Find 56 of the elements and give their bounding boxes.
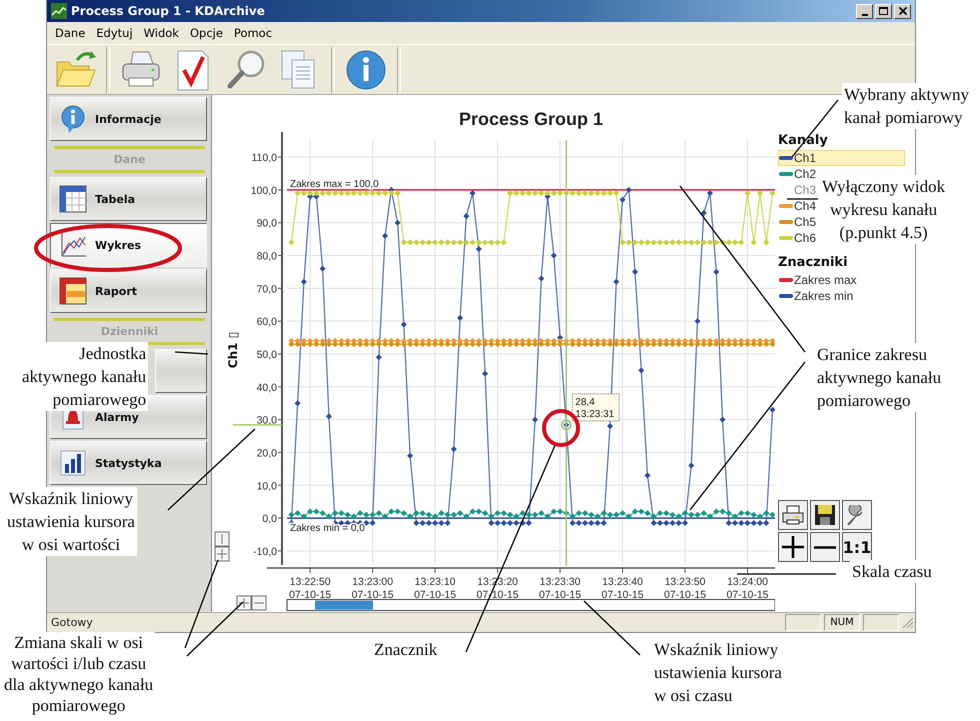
axis-tick-label: -10,0 — [253, 546, 277, 558]
axis-tick-label: 80,0 — [256, 250, 277, 263]
callout-text: Wskaźnik liniowy ustawienia kursora w osi wartości — [5, 487, 137, 556]
axis-tick-label: 13:24:00 07-10-15 — [726, 576, 769, 601]
axis-tick-label: 0,0 — [262, 513, 277, 526]
axis-tick-label: 50,0 — [256, 348, 277, 361]
callout-text: Jednostka aktywnego kanału pomiarowego — [20, 342, 148, 411]
callout-text: Wyłączony widok wykresu kanału (p.punkt 4.5) — [820, 175, 948, 244]
axis-tick-label: 13:22:50 07-10-15 — [289, 576, 332, 601]
axis-title: Ch1 ▯ — [226, 332, 240, 368]
callout-text: Granice zakresu aktywnego kanału pomiarowego — [815, 343, 944, 412]
num-lock-indicator: NUM — [824, 614, 860, 631]
range-label: Zakres min = 0,0 — [290, 523, 365, 534]
reset-zoom-button[interactable]: 1:1 — [842, 532, 872, 562]
axis-tick-label: 20,0 — [256, 447, 277, 460]
legend-item[interactable]: Ch3 — [778, 182, 818, 198]
legend-item[interactable]: Ch1 — [778, 150, 905, 166]
axis-tick-label: 100,0 — [250, 184, 277, 197]
legend-item[interactable]: Ch5 — [778, 214, 818, 230]
sidebar-button[interactable]: Informacje — [50, 97, 207, 141]
chart-title: Process Group 1 — [458, 109, 604, 130]
axis-tick-label: 60,0 — [256, 316, 277, 328]
tooltip-text: 28,4 — [575, 396, 595, 408]
menu-item[interactable]: Pomoc — [234, 26, 272, 40]
legend-heading: Znaczniki — [778, 255, 849, 270]
menu-item[interactable]: Dane — [55, 26, 86, 40]
menu-item[interactable]: Edytuj — [96, 26, 133, 40]
axis-tick-label: 13:23:50 07-10-15 — [664, 576, 706, 601]
range-label: Zakres max = 100,0 — [290, 178, 379, 190]
axis-tick-label: 13:23:10 07-10-15 — [414, 576, 456, 601]
menu-item[interactable]: Opcje — [190, 26, 223, 40]
sidebar-button[interactable]: Raport — [50, 269, 207, 313]
legend-item[interactable]: Ch6 — [778, 230, 818, 246]
legend-item[interactable]: Ch4 — [778, 198, 818, 214]
axis-tick-label: 10,0 — [256, 480, 277, 492]
callout-text: Skala czasu — [850, 560, 934, 583]
section-label: Dane — [112, 152, 146, 166]
status-text: Gotowy — [51, 616, 94, 629]
axis-tick-label: 70,0 — [256, 283, 277, 296]
axis-tick-label: 13:23:40 07-10-15 — [602, 576, 644, 601]
axis-tick-label: 13:23:30 07-10-15 — [539, 576, 582, 601]
section-label: Dzienniki — [100, 324, 160, 338]
legend-item[interactable]: Ch2 — [778, 166, 818, 182]
legend-item[interactable]: Zakres min — [778, 288, 854, 304]
axis-tick-label: 30,0 — [256, 414, 277, 427]
callout-text: Wybrany aktywny kanał pomiarowy — [842, 83, 972, 129]
axis-tick-label: 40,0 — [256, 382, 277, 394]
axis-tick-label: 90,0 — [256, 218, 277, 230]
tooltip-text: 13:23:31 — [575, 408, 614, 420]
axis-tick-label: 13:23:00 07-10-15 — [352, 576, 394, 601]
sidebar-button[interactable]: Tabela — [50, 177, 207, 221]
window-title: Process Group 1 - KDArchive — [71, 4, 266, 18]
sidebar-button[interactable]: Statystyka — [50, 441, 207, 485]
menu-item[interactable]: Widok — [144, 26, 179, 40]
axis-tick-label: 110,0 — [252, 152, 277, 164]
legend-item[interactable]: Zakres max — [778, 272, 858, 288]
